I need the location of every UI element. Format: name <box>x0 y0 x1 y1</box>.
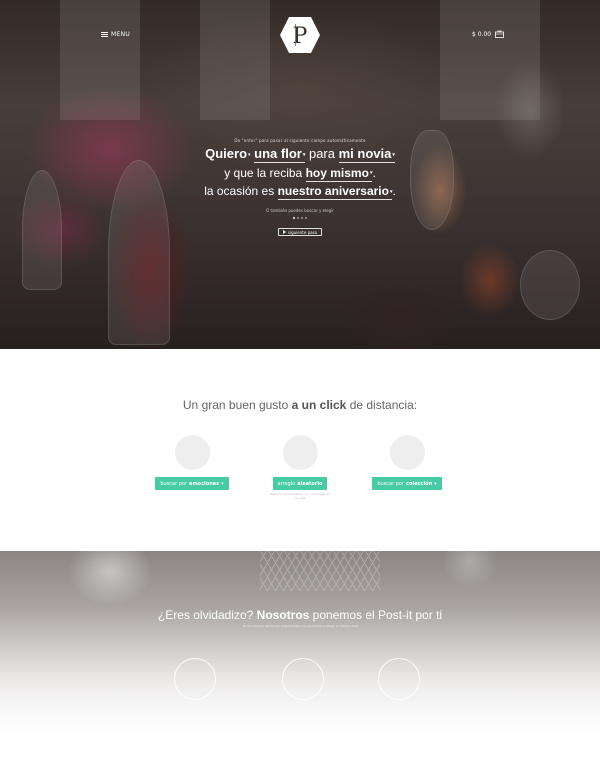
next-step-button[interactable]: siguiente paso <box>277 228 323 237</box>
button-label-bold: emociones <box>189 480 220 487</box>
hero-line-3: la ocasión es nuestro aniversario▾. <box>0 182 600 201</box>
random-note: Déjanos sorprenderte con un arreglo de l… <box>270 492 330 500</box>
hero-word: la ocasión es <box>204 184 275 199</box>
option-image[interactable] <box>389 435 425 470</box>
next-step-label: siguiente paso <box>287 229 318 235</box>
browse-title-bold: a un click <box>291 398 347 412</box>
flower-select[interactable]: una flor▾ <box>254 146 306 163</box>
button-label: arreglo <box>277 480 296 487</box>
option-emotions: buscar por emociones ▾ <box>142 435 242 490</box>
step-dot[interactable] <box>301 217 303 220</box>
hero-form: Da "enter" para pasar al siguiente campo… <box>0 138 600 238</box>
browse-title-pre: Un gran buen gusto <box>182 398 289 412</box>
button-label: buscar por <box>160 480 188 487</box>
tile-pattern <box>260 551 380 591</box>
browse-title-post: de distancia: <box>349 398 418 412</box>
button-label-bold: aleatorio <box>297 480 323 487</box>
flower-select-value: una flor <box>254 146 302 161</box>
reminder-title-bold: Nosotros <box>256 608 310 622</box>
hero-hint: Da "enter" para pasar al siguiente campo… <box>234 138 366 143</box>
reminder-circle[interactable] <box>282 658 324 700</box>
step-dot[interactable] <box>305 217 307 220</box>
reminder-title: ¿Eres olvidadizo? Nosotros ponemos el Po… <box>0 608 600 622</box>
hero-section: MENU P $ 0.00 Da "enter" para pasar al s… <box>0 0 600 349</box>
occasion-select[interactable]: nuestro aniversario▾ <box>277 184 393 201</box>
reminder-section: ¿Eres olvidadizo? Nosotros ponemos el Po… <box>0 551 600 776</box>
reminder-circle[interactable] <box>378 658 420 700</box>
browse-emotions-button[interactable]: buscar por emociones ▾ <box>155 477 229 490</box>
option-image[interactable] <box>282 435 318 470</box>
hero-word: para <box>308 146 335 161</box>
random-arrangement-button[interactable]: arreglo aleatorio <box>272 477 328 490</box>
cart-total: $ 0.00 <box>472 30 492 38</box>
cart-button[interactable]: $ 0.00 <box>472 30 504 38</box>
menu-button[interactable]: MENU <box>101 31 130 38</box>
delivery-select-value: hoy mismo <box>305 165 369 180</box>
caret-down-icon: ▾ <box>434 480 437 487</box>
hero-word: y que la reciba <box>224 165 303 180</box>
caret-down-icon[interactable]: ▾ <box>248 152 251 158</box>
option-collection: buscar por colección ▾ <box>357 435 457 490</box>
hero-subtext: O también puedes buscar y elegir <box>266 208 334 214</box>
browse-collection-button[interactable]: buscar por colección ▾ <box>372 477 442 490</box>
hamburger-icon <box>101 32 108 37</box>
option-image[interactable] <box>174 435 210 470</box>
menu-label: MENU <box>111 31 131 38</box>
recipient-select-value: mi novia <box>338 146 392 161</box>
logo[interactable]: P <box>279 16 321 54</box>
step-dots <box>0 217 600 220</box>
reminder-subtitle: Te recordamos las fechas importantes y t… <box>242 624 358 628</box>
button-label: buscar por <box>377 480 405 487</box>
caret-down-icon: ▾ <box>302 151 306 158</box>
caret-down-icon: ▾ <box>221 480 224 487</box>
browse-title: Un gran buen gusto a un click de distanc… <box>0 398 600 412</box>
step-dot[interactable] <box>297 217 299 220</box>
occasion-select-value: nuestro aniversario <box>277 184 389 199</box>
option-random: arreglo aleatorio Déjanos sorprenderte c… <box>250 435 350 500</box>
hero-punct: . <box>392 184 396 199</box>
reminder-title-pre: ¿Eres olvidadizo? <box>157 608 254 622</box>
reminder-circle[interactable] <box>174 658 216 700</box>
hero-line-2: y que la reciba hoy mismo▾. <box>0 164 600 183</box>
delivery-select[interactable]: hoy mismo▾ <box>305 165 373 182</box>
browse-section: Un gran buen gusto a un click de distanc… <box>0 349 600 551</box>
hero-line-1: Quiero▾ una flor▾ para mi novia▾ <box>0 145 600 164</box>
hero-punct: . <box>372 165 376 180</box>
cart-icon <box>495 30 504 38</box>
logo-letter: P <box>293 24 308 49</box>
hero-word: Quiero <box>205 146 248 161</box>
step-dot[interactable] <box>293 217 295 220</box>
caret-down-icon: ▾ <box>392 151 395 158</box>
button-label-bold: colección <box>406 480 433 487</box>
logo-hexagon-icon: P <box>280 17 320 53</box>
reminder-title-post: ponemos el Post-it por ti <box>312 608 443 622</box>
play-icon <box>282 230 286 235</box>
recipient-select[interactable]: mi novia▾ <box>338 146 395 163</box>
